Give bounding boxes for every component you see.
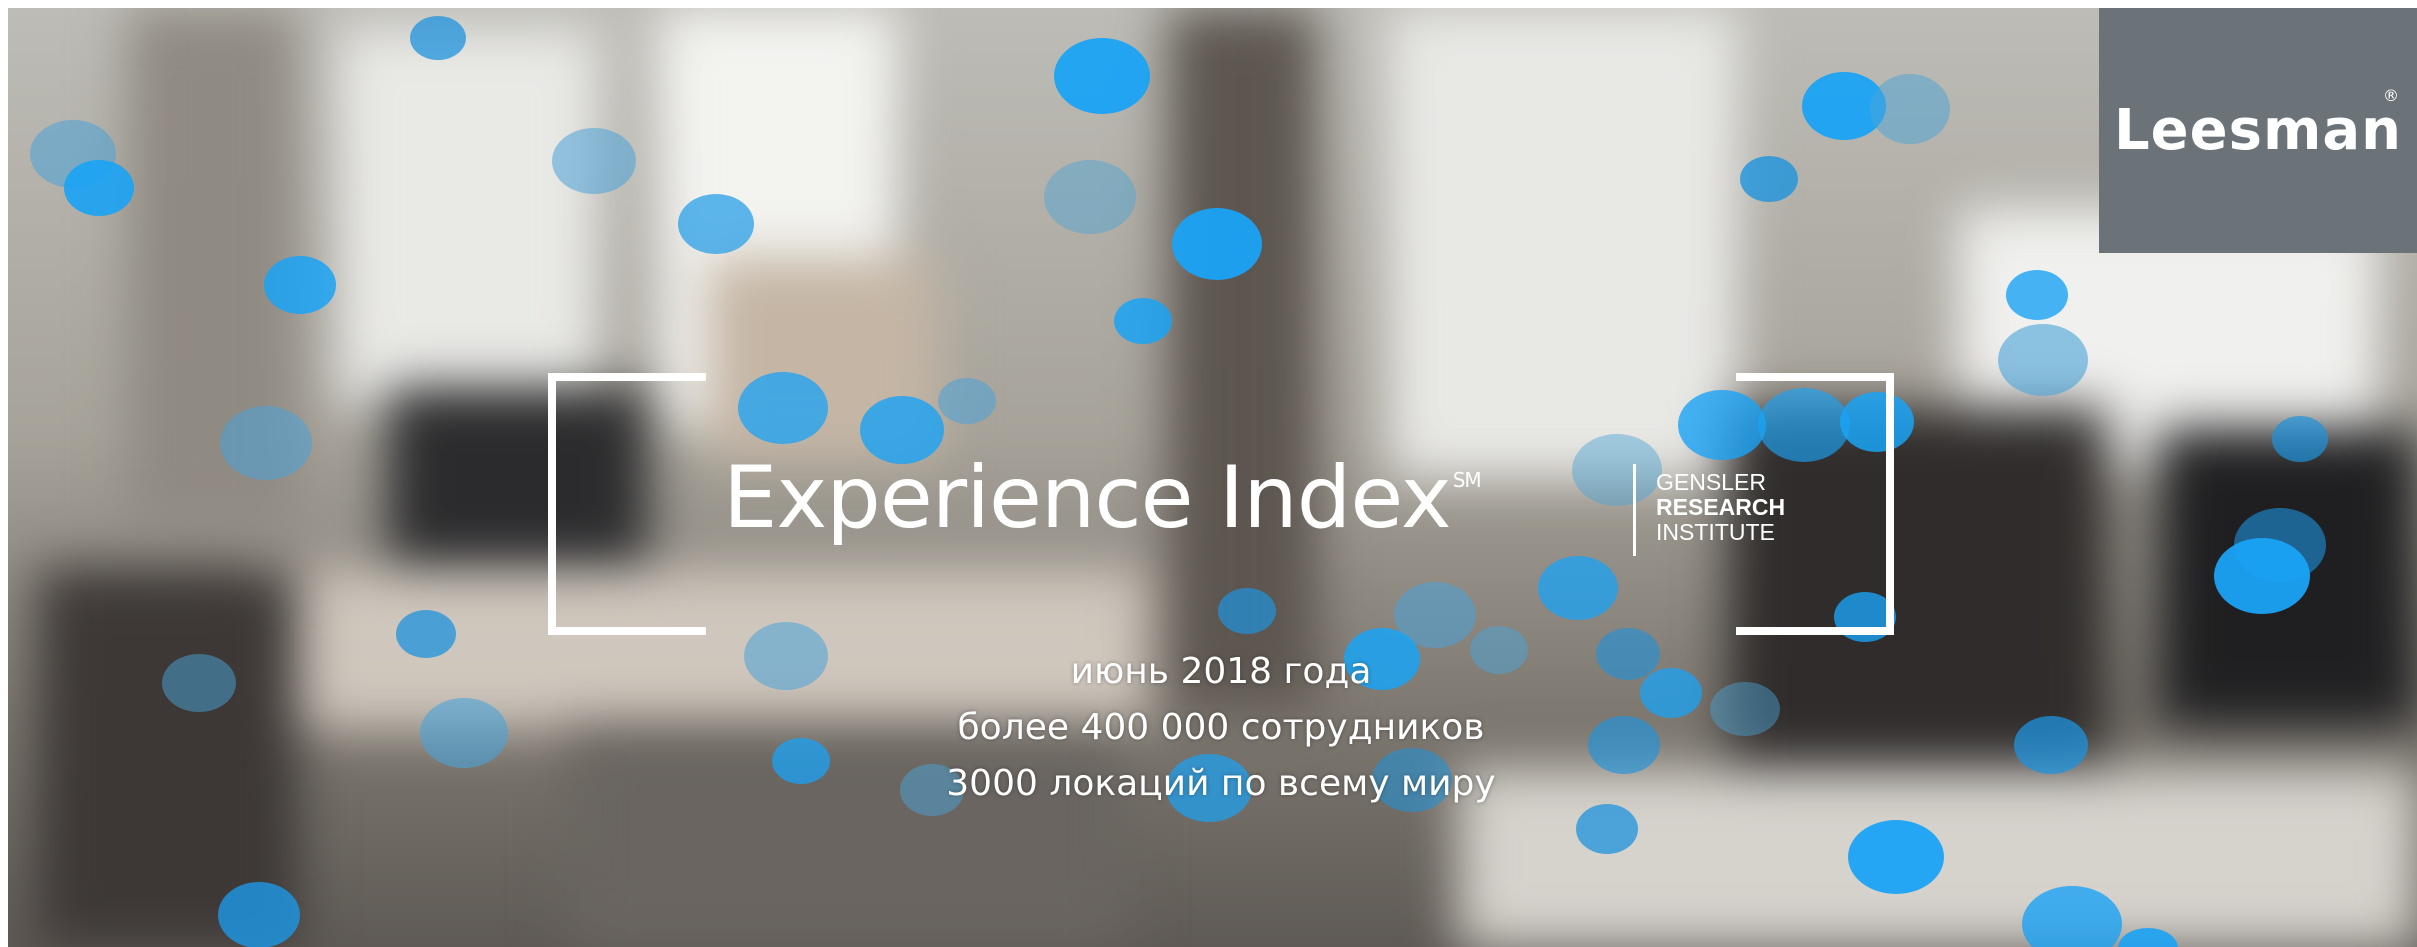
blue-dot (772, 738, 830, 784)
blue-dot (2214, 538, 2310, 614)
detail-locations: 3000 локаций по всему миру (946, 763, 1496, 804)
blue-dot (1740, 156, 1798, 202)
blue-dot (1596, 628, 1660, 680)
blue-dot (938, 378, 996, 424)
blue-dot (1538, 556, 1618, 620)
blue-dot (1848, 820, 1944, 894)
frame-bracket-left (548, 373, 706, 635)
blue-dot (162, 654, 236, 712)
blue-dot (410, 16, 466, 60)
service-mark: SM (1452, 468, 1482, 492)
blue-dot (396, 610, 456, 658)
blue-dot (2272, 416, 2328, 462)
blue-dot (1114, 298, 1172, 344)
detail-date: июнь 2018 года (1070, 651, 1372, 692)
page-title: Experience Index SM (723, 448, 1482, 548)
blue-dot (1640, 668, 1702, 718)
blue-dot (1998, 324, 2088, 396)
blue-dot (1576, 804, 1638, 854)
title-text: Experience Index (723, 448, 1452, 548)
gensler-line-3: INSTITUTE (1656, 519, 1775, 545)
blue-dot (264, 256, 336, 314)
hero-slide: Leesman ® Experience Index SM GENSLER RES… (8, 8, 2417, 947)
blue-dot (738, 372, 828, 444)
blue-dot (744, 622, 828, 690)
title-divider (1633, 464, 1636, 556)
blue-dot (1054, 38, 1150, 114)
blue-dot (1588, 716, 1660, 774)
gensler-research-logo: GENSLER RESEARCH INSTITUTE (1656, 470, 1785, 545)
blue-dot (1172, 208, 1262, 280)
blue-dot (678, 194, 754, 254)
blue-dot (2006, 270, 2068, 320)
gensler-line-1: GENSLER (1656, 469, 1766, 495)
blue-dot (2014, 716, 2088, 774)
blue-dot (64, 160, 134, 216)
logo-text: Leesman (2114, 98, 2402, 163)
blue-dot (1218, 588, 1276, 634)
gensler-line-2: RESEARCH (1656, 494, 1786, 520)
blue-dot (1044, 160, 1136, 234)
blue-dot (220, 406, 312, 480)
blue-dot (552, 128, 636, 194)
registered-mark: ® (2383, 86, 2399, 105)
blue-dot (1710, 682, 1780, 736)
blue-dot (1870, 74, 1950, 144)
blue-dot (2022, 886, 2122, 947)
leesman-logo: Leesman ® (2099, 8, 2417, 253)
survey-details: июнь 2018 года более 400 000 сотрудников… (866, 644, 1576, 812)
blue-dot (420, 698, 508, 768)
blue-dot (2118, 928, 2178, 947)
blue-dot (218, 882, 300, 947)
blue-dot (1572, 434, 1662, 506)
detail-employees: более 400 000 сотрудников (957, 707, 1485, 748)
